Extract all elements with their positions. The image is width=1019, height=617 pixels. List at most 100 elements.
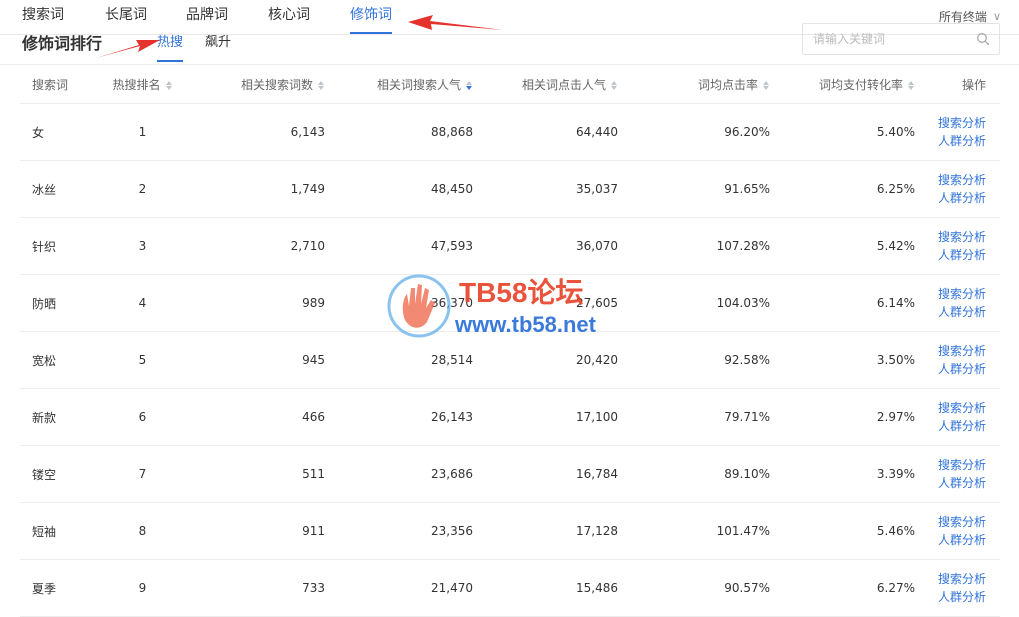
search-icon[interactable] [976,32,990,46]
cell-click-rate: 96.20% [618,103,770,161]
cell-click-rate: 101.47% [618,502,770,560]
audience-analysis-link[interactable]: 人群分析 [915,303,986,321]
cell-actions: 搜索分析 人群分析 [915,217,1000,275]
cell-keyword: 宽松 [20,331,90,389]
cell-related-count: 1,749 [195,160,325,218]
audience-analysis-link[interactable]: 人群分析 [915,132,986,150]
search-analysis-link[interactable]: 搜索分析 [915,456,986,474]
cell-search-popularity: 88,868 [325,103,473,161]
tab-soaring[interactable]: 飙升 [205,31,231,61]
cell-search-popularity: 36,370 [325,274,473,332]
cell-hot-rank: 8 [90,502,195,560]
audience-analysis-link[interactable]: 人群分析 [915,417,986,435]
audience-analysis-link[interactable]: 人群分析 [915,588,986,606]
column-header-click-popularity[interactable]: 相关词点击人气 [473,65,618,104]
tab-hot-search[interactable]: 热搜 [157,31,184,62]
sort-icon[interactable] [466,80,473,91]
cell-conversion-rate: 2.97% [770,388,915,446]
search-analysis-link[interactable]: 搜索分析 [915,114,986,132]
cell-click-popularity: 16,784 [473,445,618,503]
search-analysis-link[interactable]: 搜索分析 [915,171,986,189]
arrow-to-hot-search-tab [96,40,160,58]
cell-click-rate: 104.03% [618,274,770,332]
cell-click-popularity: 64,440 [473,103,618,161]
search-analysis-link[interactable]: 搜索分析 [915,513,986,531]
audience-analysis-link[interactable]: 人群分析 [915,246,986,264]
sort-icon[interactable] [318,80,325,91]
search-analysis-link[interactable]: 搜索分析 [915,399,986,417]
cell-conversion-rate: 6.27% [770,559,915,617]
cell-related-count: 466 [195,388,325,446]
column-header-search-popularity[interactable]: 相关词搜索人气 [325,65,473,104]
cell-search-popularity: 48,450 [325,160,473,218]
table-row: 防晒 4 989 36,370 27,605 104.03% 6.14% 搜索分析 人群分析 [20,274,1000,332]
cell-keyword: 新款 [20,388,90,446]
cell-keyword: 冰丝 [20,160,90,218]
cell-hot-rank: 5 [90,331,195,389]
cell-hot-rank: 1 [90,103,195,161]
audience-analysis-link[interactable]: 人群分析 [915,189,986,207]
cell-conversion-rate: 5.46% [770,502,915,560]
column-header-hot-rank[interactable]: 热搜排名 [90,65,195,104]
sort-icon[interactable] [611,80,618,91]
audience-analysis-link[interactable]: 人群分析 [915,474,986,492]
tab-modifier-words[interactable]: 修饰词 [350,6,392,34]
cell-click-popularity: 17,128 [473,502,618,560]
audience-analysis-link[interactable]: 人群分析 [915,531,986,549]
cell-keyword: 夏季 [20,559,90,617]
cell-keyword: 镂空 [20,445,90,503]
keyword-search-box [802,23,1000,55]
cell-related-count: 911 [195,502,325,560]
cell-click-rate: 92.58% [618,331,770,389]
cell-search-popularity: 23,686 [325,445,473,503]
table-row: 宽松 5 945 28,514 20,420 92.58% 3.50% 搜索分析 人群分析 [20,331,1000,389]
cell-related-count: 511 [195,445,325,503]
search-analysis-link[interactable]: 搜索分析 [915,228,986,246]
search-analysis-link[interactable]: 搜索分析 [915,285,986,303]
cell-click-rate: 79.71% [618,388,770,446]
terminal-scope-label: 所有终端 [938,10,987,24]
tab-search-words[interactable]: 搜索词 [22,6,64,33]
cell-actions: 搜索分析 人群分析 [915,274,1000,332]
cell-related-count: 945 [195,331,325,389]
modifier-words-table: 搜索词 热搜排名 相关搜索词数 相关词搜索人气 相关词点击人气 词均点击率 词均… [20,65,1000,617]
cell-hot-rank: 4 [90,274,195,332]
sort-icon[interactable] [908,80,915,91]
table-header-row: 搜索词 热搜排名 相关搜索词数 相关词搜索人气 相关词点击人气 词均点击率 词均… [20,65,1000,104]
tab-core-words[interactable]: 核心词 [268,6,310,33]
tab-brand-words[interactable]: 品牌词 [186,6,228,33]
cell-click-popularity: 17,100 [473,388,618,446]
audience-analysis-link[interactable]: 人群分析 [915,360,986,378]
column-header-keyword: 搜索词 [20,65,90,104]
cell-conversion-rate: 5.42% [770,217,915,275]
cell-hot-rank: 6 [90,388,195,446]
table-row: 冰丝 2 1,749 48,450 35,037 91.65% 6.25% 搜索分析 人群分析 [20,160,1000,218]
cell-keyword: 短袖 [20,502,90,560]
cell-actions: 搜索分析 人群分析 [915,160,1000,218]
search-input[interactable] [803,24,973,54]
cell-conversion-rate: 5.40% [770,103,915,161]
table-row: 新款 6 466 26,143 17,100 79.71% 2.97% 搜索分析 人群分析 [20,388,1000,446]
column-header-click-rate[interactable]: 词均点击率 [618,65,770,104]
cell-keyword: 防晒 [20,274,90,332]
cell-related-count: 989 [195,274,325,332]
column-header-conversion-rate[interactable]: 词均支付转化率 [770,65,915,104]
cell-click-popularity: 35,037 [473,160,618,218]
cell-actions: 搜索分析 人群分析 [915,103,1000,161]
page-title: 修饰词排行 [22,34,103,53]
cell-conversion-rate: 6.14% [770,274,915,332]
table-row: 镂空 7 511 23,686 16,784 89.10% 3.39% 搜索分析 人群分析 [20,445,1000,503]
cell-click-rate: 89.10% [618,445,770,503]
cell-related-count: 733 [195,559,325,617]
cell-conversion-rate: 6.25% [770,160,915,218]
table-row: 女 1 6,143 88,868 64,440 96.20% 5.40% 搜索分析 人群分析 [20,103,1000,161]
sort-icon[interactable] [763,80,770,91]
chevron-down-icon: ∨ [992,10,1001,23]
tab-long-tail-words[interactable]: 长尾词 [105,6,147,33]
search-analysis-link[interactable]: 搜索分析 [915,342,986,360]
column-header-related-count[interactable]: 相关搜索词数 [195,65,325,104]
table-row: 针织 3 2,710 47,593 36,070 107.28% 5.42% 搜索分析 人群分析 [20,217,1000,275]
sort-icon[interactable] [165,80,173,91]
cell-actions: 搜索分析 人群分析 [915,559,1000,617]
search-analysis-link[interactable]: 搜索分析 [915,570,986,588]
